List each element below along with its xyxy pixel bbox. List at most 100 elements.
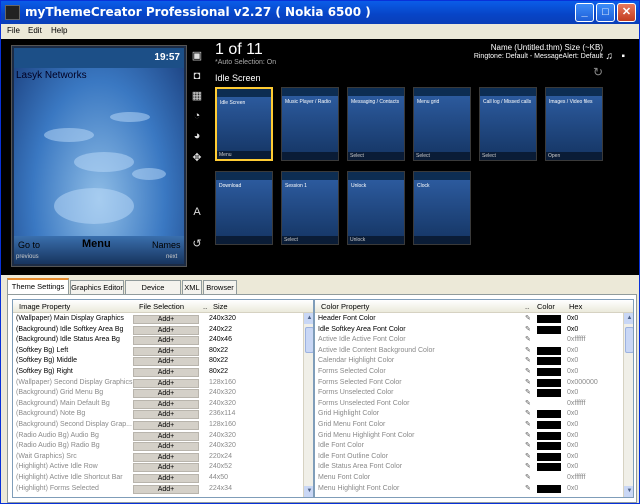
color-property-row[interactable]: Forms Unselected Color ✎ 0x0 [315, 388, 633, 399]
screen-thumbnail[interactable]: Menu grid Select [413, 87, 471, 161]
refresh-icon[interactable]: ↻ [593, 65, 603, 79]
image-property-row[interactable]: (Softkey Bg) Left Add+ 80x22 [13, 346, 313, 357]
screen-thumbnail[interactable]: Music Player / Radio [281, 87, 339, 161]
color-property-row[interactable]: Grid Menu Highlight Font Color ✎ 0x0 [315, 431, 633, 442]
screen-thumbnail[interactable]: Images / Video files Open [545, 87, 603, 161]
add-file-button[interactable]: Add+ [133, 389, 199, 399]
screen-thumbnail[interactable]: Unlock Unlock [347, 171, 405, 245]
add-file-button[interactable]: Add+ [133, 368, 199, 377]
image-property-row[interactable]: (Softkey Bg) Middle Add+ 80x22 [13, 356, 313, 367]
eyedropper-icon[interactable]: ✎ [525, 378, 531, 389]
color-swatch[interactable] [537, 442, 561, 451]
center-softkey[interactable]: Menu [82, 238, 111, 250]
clock-icon[interactable]: ◔ [190, 109, 204, 123]
eyedropper-icon[interactable]: ✎ [525, 452, 531, 463]
eyedropper-icon[interactable]: ✎ [525, 314, 531, 325]
add-file-button[interactable]: Add+ [133, 346, 199, 356]
color-swatch[interactable] [537, 431, 561, 440]
color-swatch[interactable] [537, 368, 561, 376]
scroll-up-arrow[interactable]: ▲ [304, 313, 313, 324]
image-property-row[interactable]: (Wallpaper) Second Display Graphics Add+ 1… [13, 378, 313, 389]
image-property-row[interactable]: (Highlight) Active Idle Row Add+ 240x52 [13, 462, 313, 473]
image-property-row[interactable]: (Background) Idle Softkey Area Bg Add+ 240… [13, 325, 313, 336]
color-property-row[interactable]: Idle Status Area Font Color ✎ 0x0 [315, 462, 633, 473]
phone-screen[interactable]: 19:57 Lasyk Networks Go to Menu Names pr… [14, 48, 184, 264]
image-property-row[interactable]: (Background) Grid Menu Bg Add+ 240x320 [13, 388, 313, 399]
tab-xml[interactable]: XML [182, 280, 202, 294]
add-file-button[interactable]: Add+ [133, 452, 199, 462]
add-file-button[interactable]: Add+ [133, 463, 199, 473]
image-property-row[interactable]: (Highlight) Forms Selected Add+ 224x34 [13, 484, 313, 495]
eyedropper-icon[interactable]: ✎ [525, 335, 531, 346]
color-swatch[interactable] [537, 421, 561, 429]
undo-icon[interactable]: ↺ [190, 237, 204, 251]
color-grid-scrollbar[interactable]: ▲ ▼ [623, 313, 633, 497]
color-swatch[interactable] [537, 325, 561, 334]
scroll-up-arrow[interactable]: ▲ [624, 313, 633, 324]
image-property-row[interactable]: (Wait Graphics) Src Add+ 220x24 [13, 452, 313, 463]
left-softkey[interactable]: Go to [18, 240, 40, 250]
header-color[interactable]: Color [537, 302, 555, 311]
color-property-row[interactable]: Menu Highlight Font Color ✎ 0x0 [315, 484, 633, 495]
add-file-button[interactable]: Add+ [133, 442, 199, 452]
menu-file[interactable]: File [7, 26, 20, 35]
add-file-button[interactable]: Add+ [133, 431, 199, 441]
add-file-button[interactable]: Add+ [133, 484, 199, 494]
screen-thumbnail[interactable]: Download [215, 171, 273, 245]
image-grid-scrollbar[interactable]: ▲ ▼ [303, 313, 313, 497]
tab-device-selection[interactable]: Device Selection [125, 280, 181, 305]
color-swatch[interactable] [537, 357, 561, 366]
color-swatch[interactable] [537, 389, 561, 398]
image-property-row[interactable]: (Background) Idle Status Area Bg Add+ 240x… [13, 335, 313, 346]
auto-selection-status[interactable]: *Auto Selection: On [215, 59, 276, 66]
image-icon[interactable]: ▦ [190, 89, 204, 103]
add-file-button[interactable]: Add+ [133, 325, 199, 335]
eyedropper-icon[interactable]: ✎ [525, 420, 531, 431]
color-property-row[interactable]: Forms Selected Color ✎ 0x0 [315, 367, 633, 378]
scroll-thumb[interactable] [305, 327, 313, 353]
header-hex[interactable]: Hex [569, 302, 582, 311]
color-swatch[interactable] [537, 410, 561, 419]
add-file-button[interactable]: Add+ [133, 378, 199, 388]
scroll-thumb[interactable] [625, 327, 633, 353]
previous-label[interactable]: previous [16, 254, 39, 260]
header-color-dots[interactable]: .. [525, 302, 529, 311]
color-swatch[interactable] [537, 452, 561, 461]
font-icon[interactable]: A [190, 205, 204, 219]
color-property-row[interactable]: Grid Highlight Color ✎ 0x0 [315, 409, 633, 420]
rotate-icon[interactable]: ◕ [190, 129, 204, 143]
tab-browser[interactable]: Browser [203, 280, 237, 294]
screen-thumbnail[interactable]: Session 1 Select [281, 171, 339, 245]
scroll-down-arrow[interactable]: ▼ [304, 486, 313, 497]
eyedropper-icon[interactable]: ✎ [525, 346, 531, 357]
color-property-row[interactable]: Forms Selected Font Color ✎ 0x000000 [315, 378, 633, 389]
eyedropper-icon[interactable]: ✎ [525, 367, 531, 378]
eyedropper-icon[interactable]: ✎ [525, 484, 531, 495]
scroll-down-arrow[interactable]: ▼ [624, 486, 633, 497]
image-property-row[interactable]: (Background) Second Display Grap... Add+ 1… [13, 420, 313, 431]
color-property-row[interactable]: Idle Softkey Area Font Color ✎ 0x0 [315, 325, 633, 336]
image-property-row[interactable]: (Background) Note Bg Add+ 236x114 [13, 409, 313, 420]
image-property-row[interactable]: (Softkey Bg) Right Add+ 80x22 [13, 367, 313, 378]
color-property-row[interactable]: Calendar Highlight Color ✎ 0x0 [315, 356, 633, 367]
screen-thumbnail[interactable]: Messaging / Contacts Select [347, 87, 405, 161]
eyedropper-icon[interactable]: ✎ [525, 399, 531, 410]
eyedropper-icon[interactable]: ✎ [525, 325, 531, 336]
color-property-row[interactable]: Active Idle Content Background Color ✎ 0x0 [315, 346, 633, 357]
color-property-row[interactable]: Grid Menu Font Color ✎ 0x0 [315, 420, 633, 431]
color-swatch[interactable] [537, 315, 561, 323]
eyedropper-icon[interactable]: ✎ [525, 441, 531, 452]
eyedropper-icon[interactable]: ✎ [525, 409, 531, 420]
color-property-row[interactable]: Menu Font Color ✎ 0xffffff [315, 473, 633, 484]
menu-help[interactable]: Help [51, 26, 67, 35]
eyedropper-icon[interactable]: ✎ [525, 388, 531, 399]
eyedropper-icon[interactable]: ✎ [525, 356, 531, 367]
header-image-property[interactable]: Image Property [19, 302, 70, 311]
screen-thumbnail[interactable]: Call log / Missed calls Select [479, 87, 537, 161]
image-property-row[interactable]: (Radio Audio Bg) Audio Bg Add+ 240x320 [13, 431, 313, 442]
header-file-selection[interactable]: File Selection [139, 302, 184, 311]
add-file-button[interactable]: Add+ [133, 336, 199, 346]
music-note-icon[interactable]: ♫ [606, 51, 614, 62]
screen-thumbnail[interactable]: Clock [413, 171, 471, 245]
image-property-row[interactable]: (Wallpaper) Main Display Graphics Add+ 240… [13, 314, 313, 325]
